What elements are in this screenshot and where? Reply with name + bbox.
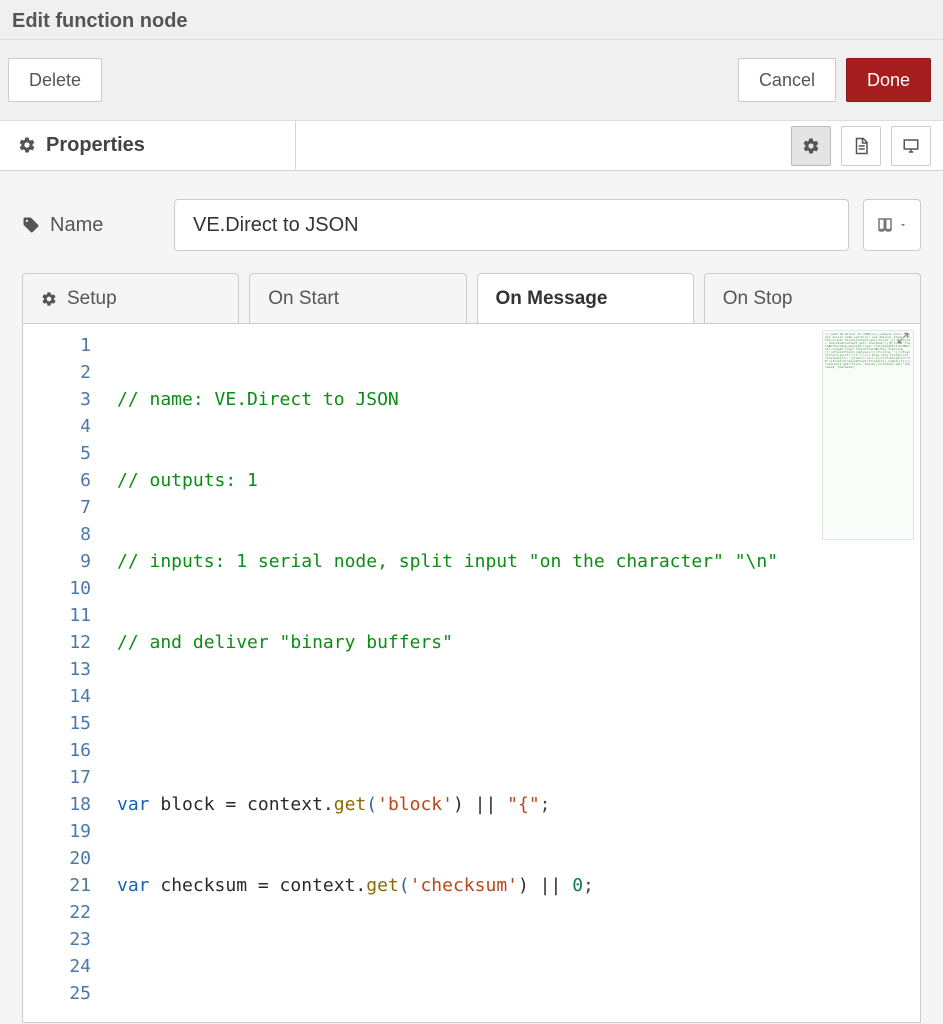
line-number: 1 bbox=[23, 332, 91, 359]
monitor-icon bbox=[902, 137, 920, 155]
line-number: 14 bbox=[23, 683, 91, 710]
line-number: 19 bbox=[23, 818, 91, 845]
settings-icon-button[interactable] bbox=[791, 126, 831, 166]
code-token: ) || bbox=[518, 875, 572, 896]
name-row: Name bbox=[22, 199, 921, 251]
code-token: ( bbox=[399, 875, 410, 896]
code-token: 'block' bbox=[377, 794, 453, 815]
name-label: Name bbox=[22, 214, 160, 237]
tab-onstart[interactable]: On Start bbox=[249, 273, 466, 323]
code-token: // outputs: 1 bbox=[117, 470, 258, 491]
gear-icon bbox=[41, 291, 57, 307]
line-number: 7 bbox=[23, 494, 91, 521]
code-token: "{" bbox=[507, 794, 540, 815]
code-token: 0 bbox=[572, 875, 583, 896]
code-token: block = context. bbox=[150, 794, 334, 815]
code-token: // and deliver "binary buffers" bbox=[117, 632, 453, 653]
line-number: 18 bbox=[23, 791, 91, 818]
line-number: 10 bbox=[23, 575, 91, 602]
dialog-title: Edit function node bbox=[0, 0, 943, 40]
code-token: // inputs: 1 serial node, split input "o… bbox=[117, 551, 778, 572]
book-icon bbox=[876, 216, 894, 234]
code-token: var bbox=[117, 875, 150, 896]
appearance-icon-button[interactable] bbox=[891, 126, 931, 166]
right-button-group: Cancel Done bbox=[738, 58, 931, 102]
cancel-button[interactable]: Cancel bbox=[738, 58, 836, 102]
line-number: 2 bbox=[23, 359, 91, 386]
code-editor[interactable]: // name VE.Direct to JSON\n// outputs 1\… bbox=[22, 323, 921, 1023]
gear-icon bbox=[802, 137, 820, 155]
gear-icon bbox=[18, 136, 36, 154]
tab-onstart-label: On Start bbox=[268, 288, 339, 310]
code-token: // name: VE.Direct to JSON bbox=[117, 389, 399, 410]
line-number: 24 bbox=[23, 953, 91, 980]
tab-onmessage[interactable]: On Message bbox=[477, 273, 694, 323]
code-token: ; bbox=[540, 794, 551, 815]
code-token: get bbox=[334, 794, 367, 815]
properties-tab[interactable]: Properties bbox=[0, 121, 296, 170]
line-number: 20 bbox=[23, 845, 91, 872]
line-number: 15 bbox=[23, 710, 91, 737]
tab-setup-label: Setup bbox=[67, 288, 117, 310]
action-row: Delete Cancel Done bbox=[0, 40, 943, 121]
description-icon-button[interactable] bbox=[841, 126, 881, 166]
line-number: 8 bbox=[23, 521, 91, 548]
line-number: 22 bbox=[23, 899, 91, 926]
form-area: Name bbox=[0, 171, 943, 251]
line-gutter: 1 2 3 4 5 6 7 8 9 10 11 12 13 14 15 16 1… bbox=[23, 324, 103, 1022]
properties-tab-label: Properties bbox=[46, 134, 145, 157]
line-number: 3 bbox=[23, 386, 91, 413]
function-tabs: Setup On Start On Message On Stop bbox=[22, 273, 921, 323]
tab-onstop[interactable]: On Stop bbox=[704, 273, 921, 323]
line-number: 4 bbox=[23, 413, 91, 440]
tab-onmessage-label: On Message bbox=[496, 288, 608, 310]
done-button[interactable]: Done bbox=[846, 58, 931, 102]
caret-down-icon bbox=[898, 220, 908, 230]
line-number: 13 bbox=[23, 656, 91, 683]
name-input[interactable] bbox=[174, 199, 849, 251]
document-icon bbox=[852, 137, 870, 155]
line-number: 6 bbox=[23, 467, 91, 494]
tab-onstop-label: On Stop bbox=[723, 288, 793, 310]
code-token: ( bbox=[366, 794, 377, 815]
line-number: 23 bbox=[23, 926, 91, 953]
code-token: checksum = context. bbox=[150, 875, 367, 896]
delete-button[interactable]: Delete bbox=[8, 58, 102, 102]
line-number: 12 bbox=[23, 629, 91, 656]
tab-spacer bbox=[296, 121, 791, 170]
line-number: 21 bbox=[23, 872, 91, 899]
line-number: 5 bbox=[23, 440, 91, 467]
name-label-text: Name bbox=[50, 214, 103, 237]
line-number: 17 bbox=[23, 764, 91, 791]
code-token: ) || bbox=[453, 794, 507, 815]
line-number: 16 bbox=[23, 737, 91, 764]
line-number: 11 bbox=[23, 602, 91, 629]
library-button[interactable] bbox=[863, 199, 921, 251]
code-token: get bbox=[366, 875, 399, 896]
icon-button-group bbox=[791, 121, 943, 170]
code-content[interactable]: // name: VE.Direct to JSON // outputs: 1… bbox=[103, 324, 920, 1022]
editor-body: 1 2 3 4 5 6 7 8 9 10 11 12 13 14 15 16 1… bbox=[23, 324, 920, 1022]
line-number: 25 bbox=[23, 980, 91, 1007]
code-token: ; bbox=[583, 875, 594, 896]
code-token: var bbox=[117, 794, 150, 815]
tab-setup[interactable]: Setup bbox=[22, 273, 239, 323]
minimap[interactable]: // name VE.Direct to JSON\n// outputs 1\… bbox=[822, 330, 914, 540]
code-token: 'checksum' bbox=[410, 875, 518, 896]
properties-tab-row: Properties bbox=[0, 121, 943, 171]
expand-icon[interactable] bbox=[896, 331, 912, 347]
line-number: 9 bbox=[23, 548, 91, 575]
tag-icon bbox=[22, 216, 40, 234]
